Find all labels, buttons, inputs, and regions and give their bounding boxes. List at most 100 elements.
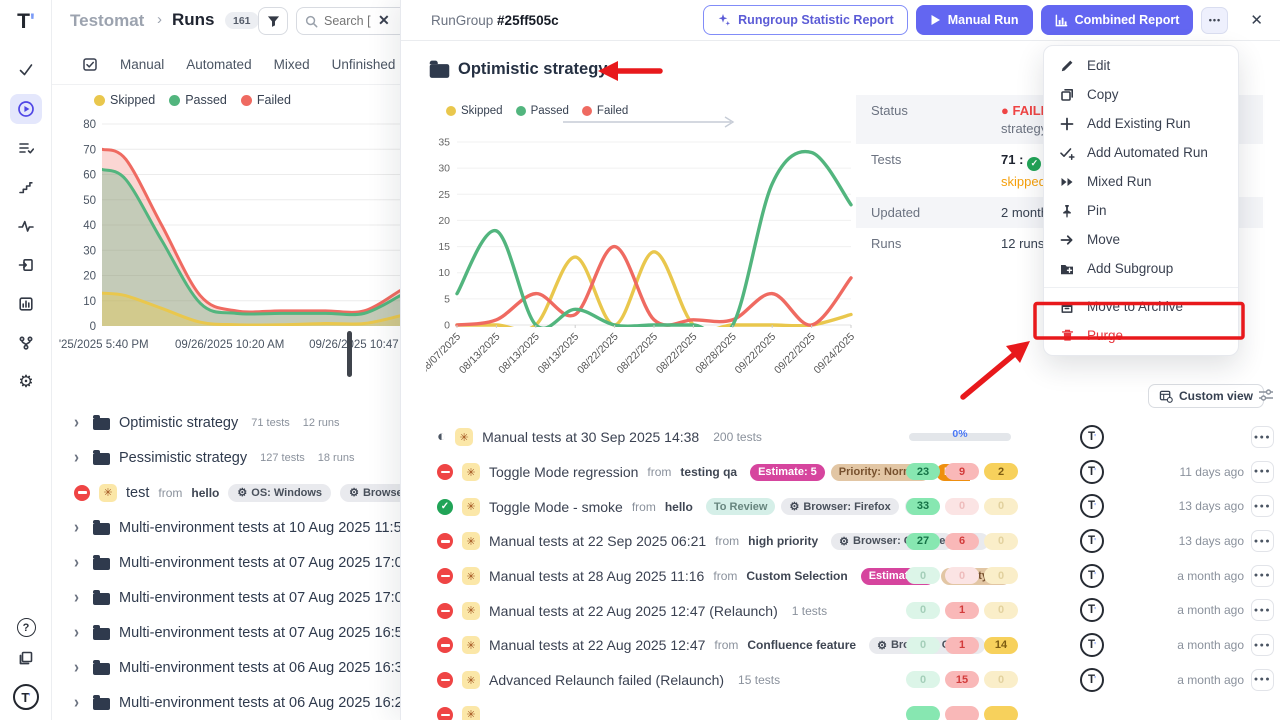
filter-button[interactable] — [258, 7, 288, 35]
row-menu-button[interactable]: ●●● — [1251, 599, 1274, 621]
sidebar-item-steps-icon[interactable] — [10, 172, 42, 202]
sidebar-item-settings-gear-icon[interactable]: ⚙ — [10, 367, 42, 397]
skipped-dot — [446, 106, 456, 116]
run-row[interactable]: ✳Manual tests at 22 Aug 2025 12:47 (Rela… — [401, 593, 1280, 628]
run-row[interactable]: ✳ — [401, 698, 1280, 720]
help-icon[interactable]: ? — [17, 618, 36, 637]
tree-row[interactable]: ›Pessimistic strategy127 tests18 runs — [52, 440, 452, 475]
row-menu-button[interactable]: ●●● — [1251, 530, 1274, 552]
custom-view-button[interactable]: Custom view — [1148, 384, 1264, 408]
menu-item-move[interactable]: Move — [1044, 225, 1238, 254]
run-row[interactable]: ✓✳Toggle Mode - smokefromhelloTo Review⚙… — [401, 489, 1280, 524]
combined-report-button[interactable]: Combined Report — [1041, 5, 1194, 35]
runs-tree-list: ›Optimistic strategy71 tests12 runs›Pess… — [52, 405, 452, 720]
sidebar-item-check-icon[interactable] — [10, 55, 42, 85]
panel-legend-label: Skipped — [461, 105, 503, 117]
chevron-right-icon[interactable]: › — [74, 448, 84, 468]
row-menu-button[interactable]: ●●● — [1251, 669, 1274, 691]
run-row[interactable]: ✳Manual tests at 22 Aug 2025 12:47fromCo… — [401, 628, 1280, 663]
failed-dot — [241, 95, 252, 106]
run-row[interactable]: ✳Manual tests at 28 Aug 2025 11:16fromCu… — [401, 559, 1280, 594]
row-menu-button[interactable]: ●●● — [1251, 495, 1274, 517]
sparkles-icon — [717, 13, 731, 27]
row-menu-button[interactable]: ●●● — [1251, 634, 1274, 656]
panel-close-icon[interactable]: ✕ — [1244, 11, 1269, 29]
row-menu-button[interactable]: ●●● — [1251, 426, 1274, 448]
list-scrollbar-thumb[interactable] — [347, 331, 352, 377]
spark-icon: ✳ — [99, 484, 117, 502]
docs-icon[interactable] — [18, 650, 34, 671]
bg-legend-label: Skipped — [110, 93, 155, 107]
tree-row[interactable]: ›Multi-environment tests at 07 Aug 2025 … — [52, 545, 452, 580]
rungroup-statistic-report-button[interactable]: Rungroup Statistic Report — [703, 5, 908, 35]
status-row-value: 71 :✓skipped — [1001, 152, 1046, 189]
menu-item-purge[interactable]: Purge — [1044, 321, 1238, 350]
passed-count: 33 — [906, 498, 940, 515]
tree-row[interactable]: ›Multi-environment tests at 07 Aug 2025 … — [52, 580, 452, 615]
chevron-right-icon[interactable]: › — [74, 518, 84, 538]
run-title: Toggle Mode regression — [489, 464, 638, 480]
run-row[interactable]: ✳Advanced Relaunch failed (Relaunch)15 t… — [401, 663, 1280, 698]
tree-row[interactable]: ›Multi-environment tests at 06 Aug 2025 … — [52, 650, 452, 685]
spark-icon: ✳ — [462, 532, 480, 550]
chevron-right-icon[interactable]: › — [74, 693, 84, 713]
tree-row[interactable]: ›Multi-environment tests at 10 Aug 2025 … — [52, 510, 452, 545]
select-runs-icon[interactable] — [82, 56, 98, 72]
run-row[interactable]: ◐✳Manual tests at 30 Sep 2025 14:38200 t… — [401, 420, 1280, 455]
chevron-right-icon[interactable]: › — [74, 553, 84, 573]
profile-avatar[interactable]: T' — [13, 684, 39, 710]
svg-text:08/28/2025: 08/28/2025 — [693, 331, 739, 373]
check-plus-icon — [1059, 145, 1075, 161]
search-icon — [305, 15, 318, 28]
menu-item-move-to-archive[interactable]: Move to Archive — [1044, 292, 1238, 321]
gear-icon: ⚙ — [349, 486, 359, 499]
menu-item-add-subgroup[interactable]: Add Subgroup — [1044, 254, 1238, 283]
panel-more-button[interactable]: ••• — [1201, 7, 1228, 34]
sidebar-item-runs-play-icon[interactable] — [10, 94, 42, 124]
failed-count: 0 — [945, 498, 979, 515]
tree-row[interactable]: ›Multi-environment tests at 06 Aug 2025 … — [52, 685, 452, 720]
menu-item-pin[interactable]: Pin — [1044, 196, 1238, 225]
chevron-right-icon[interactable]: › — [74, 413, 84, 433]
chevron-right-icon[interactable]: › — [74, 623, 84, 643]
run-row[interactable]: ✳Toggle Mode regressionfromtesting qaEst… — [401, 455, 1280, 490]
tree-row[interactable]: ›Multi-environment tests at 07 Aug 2025 … — [52, 615, 452, 650]
chevron-right-icon[interactable]: › — [74, 658, 84, 678]
menu-item-add-existing-run[interactable]: Add Existing Run — [1044, 109, 1238, 138]
sidebar-item-branches-icon[interactable] — [10, 328, 42, 358]
chevron-right-icon[interactable]: › — [74, 588, 84, 608]
tree-row[interactable]: ›Optimistic strategy71 tests12 runs — [52, 405, 452, 440]
from-suite: testing qa — [680, 465, 737, 479]
menu-item-copy[interactable]: Copy — [1044, 80, 1238, 109]
search-box[interactable] — [296, 7, 412, 35]
bg-legend-skipped: Skipped — [94, 93, 155, 107]
tab-mixed[interactable]: Mixed — [274, 57, 310, 72]
tree-row[interactable]: ✳testfromhello⚙OS: Windows⚙Browser: Chro… — [52, 475, 452, 510]
sidebar-item-checklist-icon[interactable] — [10, 133, 42, 163]
manual-run-button[interactable]: Manual Run — [916, 5, 1033, 35]
tab-automated[interactable]: Automated — [186, 57, 251, 72]
search-input[interactable] — [324, 14, 404, 28]
bg-x-label: 09/26/2025 10:20 AM — [175, 339, 284, 351]
breadcrumb-root[interactable]: Testomat — [70, 11, 144, 31]
row-menu-button[interactable]: ●●● — [1251, 565, 1274, 587]
tab-unfinished[interactable]: Unfinished — [332, 57, 396, 72]
arrow-right-icon — [1059, 232, 1075, 248]
column-sliders-icon[interactable] — [1258, 388, 1274, 407]
app-logo[interactable]: T' — [0, 10, 52, 34]
run-row[interactable]: ✳Manual tests at 22 Sep 2025 06:21fromhi… — [401, 524, 1280, 559]
run-title: Manual tests at 28 Aug 2025 11:16 — [489, 568, 704, 584]
custom-view-label: Custom view — [1179, 389, 1253, 403]
failed-status-icon — [437, 533, 453, 549]
menu-item-mixed-run[interactable]: Mixed Run — [1044, 167, 1238, 196]
menu-item-add-automated-run[interactable]: Add Automated Run — [1044, 138, 1238, 167]
sidebar-item-activity-icon[interactable] — [10, 211, 42, 241]
tree-item-tests: 127 tests — [260, 452, 305, 464]
row-menu-button[interactable]: ●●● — [1251, 461, 1274, 483]
close-search-icon[interactable]: ✕ — [378, 12, 390, 29]
tab-manual[interactable]: Manual — [120, 57, 164, 72]
sidebar-item-analytics-icon[interactable] — [10, 289, 42, 319]
sidebar-item-sign-in-icon[interactable] — [10, 250, 42, 280]
menu-item-edit[interactable]: Edit — [1044, 51, 1238, 80]
gear-icon: ⚙ — [789, 500, 799, 513]
